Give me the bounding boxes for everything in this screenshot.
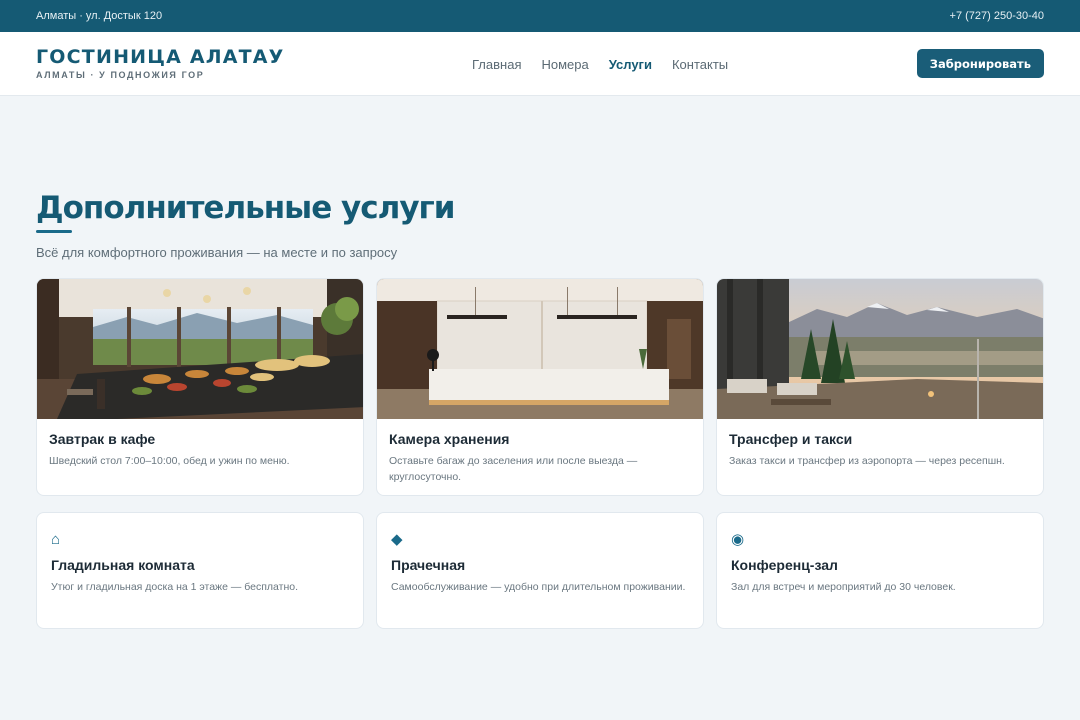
target-icon: ◉ bbox=[731, 531, 745, 548]
service-title: Камера хранения bbox=[389, 431, 510, 447]
service-description: Утюг и гладильная доска на 1 этаже — бес… bbox=[51, 581, 299, 593]
nav-item-services[interactable]: Услуги bbox=[609, 57, 652, 72]
service-card-conference[interactable]: ◉ Конференц-зал Зал для встреч и меропри… bbox=[716, 512, 1044, 629]
service-description: Заказ такси и трансфер из аэропорта — че… bbox=[729, 455, 1005, 467]
book-button[interactable]: Забронировать bbox=[916, 49, 1044, 78]
service-card-laundry[interactable]: ◆ Прачечная Самообслуживание — удобно пр… bbox=[376, 512, 704, 629]
diamond-icon: ◆ bbox=[391, 531, 403, 548]
icon-services-grid: ⌂ Гладильная комната Утюг и гладильная д… bbox=[36, 512, 1044, 629]
service-description: Зал для встреч и мероприятий до 30 челов… bbox=[731, 581, 956, 593]
service-description: Шведский стол 7:00–10:00, обед и ужин по… bbox=[49, 455, 290, 467]
service-card-breakfast[interactable]: Завтрак в кафе Шведский стол 7:00–10:00,… bbox=[36, 278, 364, 496]
title-underline bbox=[36, 230, 72, 233]
main-nav: Главная Номера Услуги Контакты bbox=[472, 32, 728, 96]
phone-text[interactable]: +7 (727) 250-30-40 bbox=[950, 10, 1044, 22]
page-subtitle: Всё для комфортного проживания — на мест… bbox=[36, 245, 398, 260]
services-section: Дополнительные услуги Всё для комфортног… bbox=[0, 188, 1080, 629]
service-title: Прачечная bbox=[391, 557, 466, 573]
site-header: ГОСТИНИЦА АЛАТАУ АЛМАТЫ · У ПОДНОЖИЯ ГОР… bbox=[0, 32, 1080, 96]
top-info-bar: Алматы · ул. Достык 120 +7 (727) 250-30-… bbox=[0, 0, 1080, 32]
service-title: Трансфер и такси bbox=[729, 431, 853, 447]
service-title: Завтрак в кафе bbox=[49, 431, 156, 447]
brand-tagline: АЛМАТЫ · У ПОДНОЖИЯ ГОР bbox=[36, 70, 205, 80]
home-icon: ⌂ bbox=[51, 531, 61, 548]
photo-services-grid: Завтрак в кафе Шведский стол 7:00–10:00,… bbox=[36, 278, 1044, 496]
brand-name: ГОСТИНИЦА АЛАТАУ bbox=[36, 46, 285, 68]
page-title: Дополнительные услуги bbox=[36, 190, 455, 226]
service-title: Гладильная комната bbox=[51, 557, 195, 573]
service-title: Конференц-зал bbox=[731, 557, 838, 573]
service-card-luggage[interactable]: Камера хранения Оставьте багаж до заселе… bbox=[376, 278, 704, 496]
brand-logo[interactable]: ГОСТИНИЦА АЛАТАУ АЛМАТЫ · У ПОДНОЖИЯ ГОР bbox=[36, 47, 285, 80]
service-card-transfer[interactable]: Трансфер и такси Заказ такси и трансфер … bbox=[716, 278, 1044, 496]
reception-desk-photo bbox=[377, 279, 703, 419]
service-description: Самообслуживание — удобно при длительном… bbox=[391, 581, 686, 593]
service-description: Оставьте багаж до заселения или после вы… bbox=[389, 455, 638, 483]
nav-item-home[interactable]: Главная bbox=[472, 57, 521, 72]
nav-item-rooms[interactable]: Номера bbox=[541, 57, 588, 72]
service-card-ironing[interactable]: ⌂ Гладильная комната Утюг и гладильная д… bbox=[36, 512, 364, 629]
address-text: Алматы · ул. Достык 120 bbox=[36, 10, 163, 22]
mountain-terrace-photo bbox=[717, 279, 1043, 419]
breakfast-buffet-photo bbox=[37, 279, 363, 419]
nav-item-contacts[interactable]: Контакты bbox=[672, 57, 728, 72]
